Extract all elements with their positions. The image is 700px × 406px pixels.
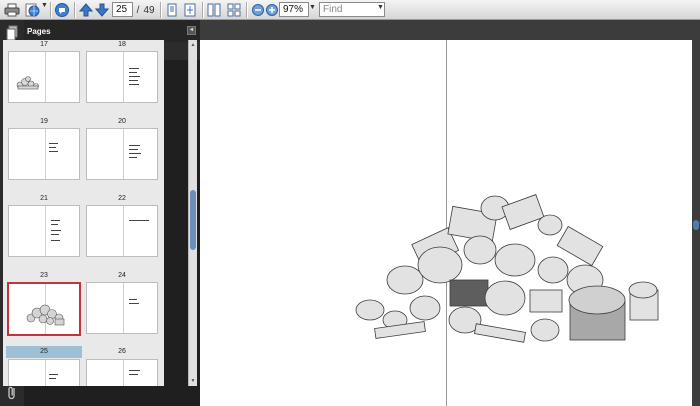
print-button[interactable] bbox=[4, 2, 20, 18]
thumbnail-page-number: 18 bbox=[118, 41, 126, 48]
paperclip-icon bbox=[8, 386, 15, 400]
page-thumbnail[interactable] bbox=[86, 205, 158, 257]
share-button[interactable] bbox=[24, 2, 40, 18]
globe-icon bbox=[25, 3, 40, 17]
separator bbox=[50, 2, 52, 18]
page-number-input[interactable]: 25 bbox=[112, 2, 133, 17]
two-page-view-button[interactable] bbox=[206, 2, 222, 18]
thumbnail-page-number: 24 bbox=[118, 272, 126, 279]
fit-page-button[interactable] bbox=[182, 2, 198, 18]
panel-collapse-button[interactable]: ◂ bbox=[187, 26, 196, 35]
previous-page-button[interactable] bbox=[78, 2, 94, 18]
page-thumbnail[interactable] bbox=[86, 128, 158, 180]
scroll-down-icon[interactable]: ▼ bbox=[190, 378, 196, 384]
thumbnail-page-number: 17 bbox=[40, 41, 48, 48]
page-thumbnail[interactable] bbox=[8, 128, 80, 180]
drawing-thumbnail-image bbox=[16, 76, 39, 90]
scrollbar-thumb[interactable] bbox=[693, 220, 699, 230]
scroll-up-icon[interactable]: ▲ bbox=[190, 42, 196, 48]
zoom-in-icon bbox=[266, 4, 278, 16]
single-page-icon bbox=[167, 3, 177, 17]
toolbar: ▼ 25 / 49 97% ▼ Find ▼ bbox=[0, 0, 700, 20]
speech-bubble-icon bbox=[55, 3, 69, 17]
thumbnail-page-number: 26 bbox=[118, 348, 126, 355]
page-thumbnail[interactable] bbox=[8, 205, 80, 257]
share-dropdown-caret[interactable]: ▼ bbox=[41, 2, 48, 9]
panel-header: Pages ◂ bbox=[24, 20, 200, 42]
page-thumbnail-selected[interactable] bbox=[7, 282, 81, 336]
document-view bbox=[200, 20, 700, 406]
comment-button[interactable] bbox=[54, 2, 70, 18]
find-input[interactable]: Find bbox=[319, 2, 385, 17]
pages-icon bbox=[6, 25, 18, 41]
next-page-button[interactable] bbox=[94, 2, 110, 18]
woodpile-drawing-image bbox=[355, 194, 659, 343]
attachments-panel-button[interactable] bbox=[3, 384, 21, 402]
two-page-scrolling-button[interactable] bbox=[226, 2, 242, 18]
zoom-dropdown-caret[interactable]: ▼ bbox=[309, 4, 316, 11]
separator bbox=[74, 2, 76, 18]
page-separator: / bbox=[136, 4, 140, 16]
panel-title: Pages bbox=[27, 27, 51, 36]
zoom-in-button[interactable] bbox=[264, 2, 280, 18]
thumbnail-page-number: 22 bbox=[118, 195, 126, 202]
thumbnail-page-number: 21 bbox=[40, 195, 48, 202]
drawing-thumbnail-image bbox=[26, 304, 65, 326]
page-spread bbox=[200, 40, 692, 406]
page-thumbnail[interactable] bbox=[8, 51, 80, 103]
scrolling-mode-button[interactable] bbox=[164, 2, 180, 18]
separator bbox=[246, 2, 248, 18]
document-scrollbar[interactable] bbox=[692, 60, 700, 406]
total-pages: 49 bbox=[143, 4, 155, 16]
zoom-out-icon bbox=[252, 4, 264, 16]
thumbnail-page-number: 19 bbox=[40, 118, 48, 125]
separator bbox=[160, 2, 162, 18]
grid-pages-icon bbox=[227, 3, 241, 17]
thumbnail-page-number: 23 bbox=[40, 272, 48, 279]
thumbnail-page-number: 20 bbox=[118, 118, 126, 125]
page-thumbnail[interactable] bbox=[8, 359, 80, 386]
zoom-level-input[interactable]: 97% bbox=[279, 2, 309, 17]
thumbnail-scrollbar[interactable]: ▲ ▼ bbox=[188, 40, 197, 386]
find-dropdown-caret[interactable]: ▼ bbox=[377, 4, 384, 11]
thumbnail-list: 17 18 19 20 21 22 23 24 25 26 bbox=[3, 40, 164, 386]
arrow-down-icon bbox=[95, 3, 109, 17]
two-page-icon bbox=[207, 3, 221, 17]
separator bbox=[202, 2, 204, 18]
fit-window-icon bbox=[184, 3, 196, 17]
thumbnail-page-number: 25 bbox=[40, 348, 48, 355]
page-thumbnail[interactable] bbox=[86, 359, 158, 386]
printer-icon bbox=[4, 3, 20, 17]
scrollbar-thumb[interactable] bbox=[190, 190, 196, 250]
arrow-up-icon bbox=[79, 3, 93, 17]
page-thumbnail[interactable] bbox=[86, 282, 158, 334]
page-thumbnail[interactable] bbox=[86, 51, 158, 103]
